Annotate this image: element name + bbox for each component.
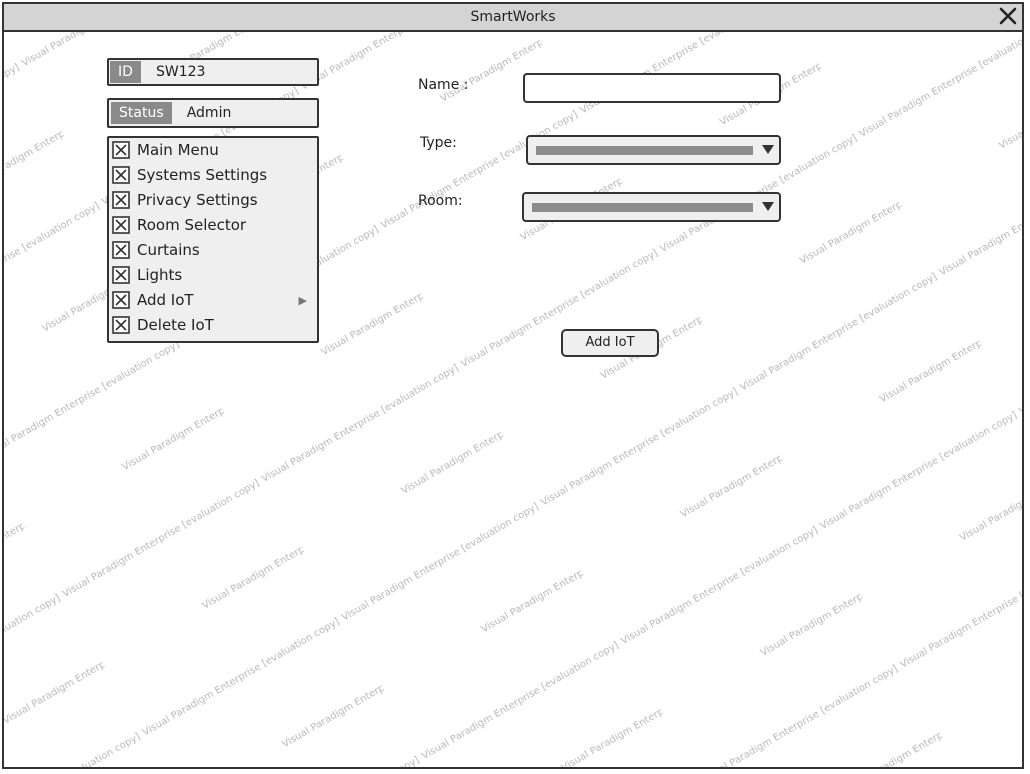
id-tag: ID [110,61,141,83]
menu-item-label: Systems Settings [137,166,268,184]
chevron-down-icon[interactable] [759,196,777,218]
content-area: Visual Paradigm Enterprise [evaluation c… [4,32,1022,767]
close-icon[interactable] [998,6,1018,26]
user-id-value: SW123 [156,64,206,80]
title-bar: SmartWorks [4,4,1022,32]
menu-item-label: Lights [137,266,183,284]
menu-item-label: Add IoT [137,291,194,309]
menu-item[interactable]: Add IoT ▶ [109,288,317,313]
checkbox-x-icon[interactable] [112,191,130,209]
add-iot-button[interactable]: Add IoT [561,329,659,357]
checkbox-x-icon[interactable] [112,141,130,159]
menu-item-label: Privacy Settings [137,191,258,209]
window-title: SmartWorks [470,9,556,25]
user-status-field: Status Admin [107,98,319,128]
app-window: SmartWorks Visual Paradigm Enterprise [e… [2,2,1024,769]
menu-item[interactable]: Main Menu [109,138,317,163]
menu-item[interactable]: Privacy Settings [109,188,317,213]
menu-item-label: Curtains [137,241,200,259]
menu-item[interactable]: Systems Settings [109,163,317,188]
status-tag: Status [111,102,172,124]
checkbox-x-icon[interactable] [112,316,130,334]
menu-item[interactable]: Lights [109,263,317,288]
name-input[interactable] [525,75,779,101]
menu-list: Main Menu Systems Settings Privacy Setting… [109,138,317,338]
checkbox-x-icon[interactable] [112,216,130,234]
type-label: Type: [420,135,457,151]
menu-item[interactable]: Curtains [109,238,317,263]
checkbox-x-icon[interactable] [112,166,130,184]
menu-item[interactable]: Room Selector [109,213,317,238]
room-label: Room: [418,193,463,209]
room-select-value [532,203,753,212]
menu-item-label: Delete IoT [137,316,214,334]
name-label: Name : [418,77,469,93]
checkbox-x-icon[interactable] [112,241,130,259]
menu-item-label: Room Selector [137,216,247,234]
menu-item-label: Main Menu [137,141,219,159]
user-id-field: ID SW123 [107,58,319,86]
side-menu: Main Menu Systems Settings Privacy Setting… [107,136,319,343]
type-select-value [536,146,753,155]
checkbox-x-icon[interactable] [112,291,130,309]
chevron-down-icon[interactable] [759,139,777,161]
room-select[interactable] [522,192,781,222]
type-select[interactable] [526,135,781,165]
user-status-value: Admin [186,105,232,121]
submenu-arrow-icon: ▶ [298,294,307,307]
checkbox-x-icon[interactable] [112,266,130,284]
name-field-wrapper [523,73,781,103]
menu-item[interactable]: Delete IoT [109,313,317,338]
